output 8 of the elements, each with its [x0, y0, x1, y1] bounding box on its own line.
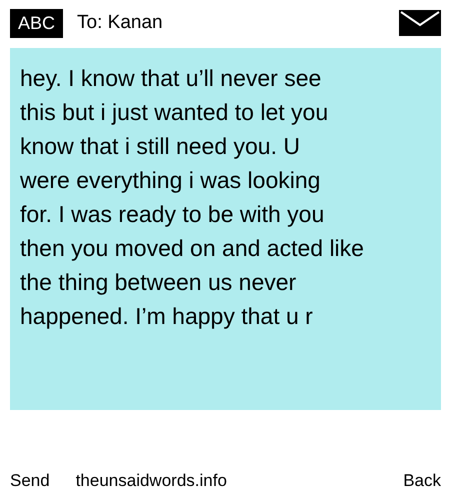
send-button[interactable]: Send: [10, 471, 50, 491]
message-text: hey. I know that u’ll never see this but i just wanted to let you know that i still need you. U were everything i was looking for. I was ready to be with you then you moved on and acted like the thing between us never happened. I’m happy that u r: [20, 64, 365, 331]
message-area[interactable]: [10, 48, 441, 410]
envelope-icon: [399, 10, 441, 36]
recipient: To: Kanan: [77, 12, 163, 34]
back-button[interactable]: Back: [403, 471, 441, 491]
logo: ABC: [10, 8, 64, 38]
website-name: theunsaidwords.info: [76, 471, 227, 491]
